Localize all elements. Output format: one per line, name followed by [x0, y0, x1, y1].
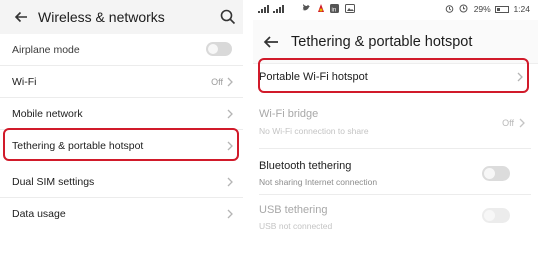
- mobile-network-row[interactable]: Mobile network: [0, 98, 243, 130]
- airplane-mode-label: Airplane mode: [12, 44, 80, 56]
- chevron-right-icon: [226, 176, 234, 188]
- usb-tethering-subtitle: USB not connected: [259, 221, 333, 231]
- chevron-right-icon: [226, 76, 234, 88]
- alarm-icon: [445, 4, 454, 14]
- status-bar-left: in: [257, 4, 358, 15]
- status-bar-right: 29% 1:24: [445, 4, 530, 14]
- status-time: 1:24: [513, 4, 530, 14]
- pane-gap: [243, 0, 253, 270]
- wifi-bridge-label: Wi-Fi bridge: [259, 108, 319, 120]
- data-usage-label: Data usage: [12, 208, 66, 220]
- search-icon[interactable]: [219, 8, 237, 26]
- right-page-title: Tethering & portable hotspot: [291, 34, 473, 50]
- row-divider: [259, 148, 531, 149]
- chevron-right-icon: [226, 208, 234, 220]
- tethering-hotspot-screen: in 29% 1:24 Tethering & portable hotspot…: [253, 0, 538, 270]
- wireless-networks-screen: Wireless & networks Airplane mode Wi-Fi …: [0, 0, 243, 270]
- battery-icon: [495, 6, 510, 13]
- bluetooth-tethering-subtitle: Not sharing Internet connection: [259, 177, 378, 187]
- battery-percent: 29%: [473, 4, 491, 14]
- signal-icon: [257, 4, 297, 15]
- dual-sim-label: Dual SIM settings: [12, 176, 95, 188]
- data-usage-row[interactable]: Data usage: [0, 198, 243, 230]
- arrow-left-icon[interactable]: [261, 32, 281, 52]
- row-divider: [259, 194, 531, 195]
- status-bar: in 29% 1:24: [253, 0, 538, 20]
- clock-icon: [459, 4, 468, 14]
- wifi-bridge-row: Wi-Fi bridge No Wi-Fi connection to shar…: [253, 104, 538, 148]
- left-app-bar: Wireless & networks: [0, 0, 243, 34]
- notification-icon: [317, 4, 325, 15]
- arrow-left-icon[interactable]: [12, 8, 30, 26]
- chevron-right-icon: [518, 117, 526, 129]
- chevron-right-icon: [226, 108, 234, 120]
- mobile-network-label: Mobile network: [12, 108, 83, 120]
- wifi-bridge-value: Off: [502, 118, 514, 128]
- image-icon: [344, 4, 355, 15]
- left-page-title: Wireless & networks: [38, 9, 165, 25]
- wifi-bridge-subtitle: No Wi-Fi connection to share: [259, 126, 369, 136]
- wifi-label: Wi-Fi: [12, 76, 37, 88]
- dual-sim-row[interactable]: Dual SIM settings: [0, 166, 243, 198]
- airplane-mode-toggle[interactable]: [206, 42, 232, 56]
- usb-tethering-toggle[interactable]: [482, 208, 510, 223]
- highlight-box-portable-hotspot: [258, 58, 529, 93]
- screenshot-composite: Wireless & networks Airplane mode Wi-Fi …: [0, 0, 538, 270]
- linkedin-icon: in: [330, 4, 340, 15]
- wifi-status-value: Off: [211, 77, 223, 87]
- bluetooth-tethering-label: Bluetooth tethering: [259, 160, 352, 172]
- usb-tethering-label: USB tethering: [259, 204, 328, 216]
- twitter-icon: [302, 4, 311, 15]
- wifi-row[interactable]: Wi-Fi Off: [0, 66, 243, 98]
- highlight-box-tethering: [3, 128, 239, 161]
- bluetooth-tethering-toggle[interactable]: [482, 166, 510, 181]
- svg-text:in: in: [332, 8, 337, 14]
